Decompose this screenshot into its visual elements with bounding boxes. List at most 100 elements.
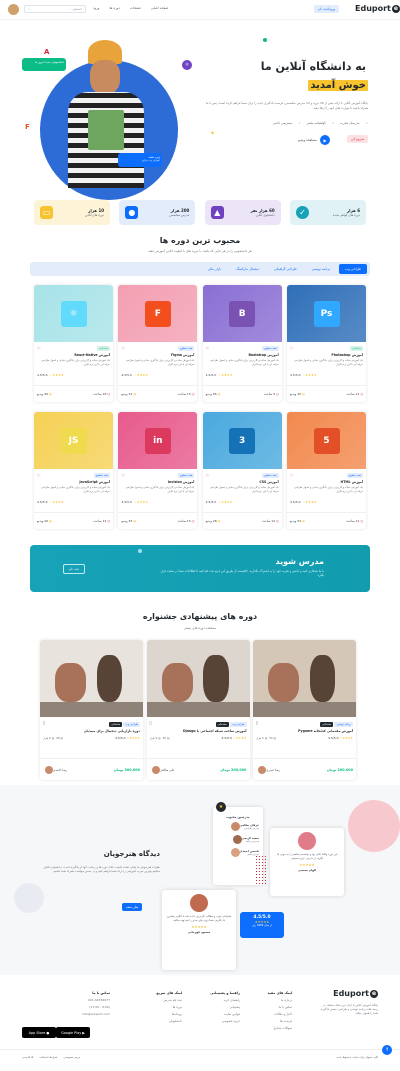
course-thumbnail[interactable]: 5 [287,412,366,469]
instructor[interactable]: رضا احمدی [43,765,67,774]
featured-course-card[interactable]: طراحی وب مقدماتی ▯ آموزش ساخت شبکه اجتما… [146,640,250,780]
course-image[interactable] [253,640,356,717]
course-title[interactable]: آموزش JavaScript [79,480,110,484]
heart-icon[interactable]: ♡ [290,473,294,478]
course-card[interactable]: JS همه سطوح ♡ آموزش JavaScript یک آموزش … [34,412,113,529]
course-title[interactable]: آموزش مقدماتی کتابخانه Pygame [298,729,353,733]
table-icon: ▤ [49,392,52,396]
course-thumbnail[interactable]: F [118,285,198,342]
tab-finance[interactable]: بازار مالی [202,264,228,274]
heart-icon[interactable]: ♡ [206,473,210,478]
html5-icon: 5 [313,427,340,454]
mentor-item[interactable]: سعید کریمی مدرس برنامه [217,835,259,844]
course-rating: ★★★★☆ 4.5/5.0 [205,373,233,377]
tab-graphic-design[interactable]: طراحی گرافیکی [268,264,303,274]
featured-course-card[interactable]: برنامه نویسی مقدماتی ▯ آموزش مقدماتی کتا… [253,640,356,780]
tab-programming[interactable]: برنامه نویسی [306,264,336,274]
google-play-button[interactable]: ▶ Google Play [56,1027,90,1038]
footer-link[interactable]: رویدادها [156,1012,182,1016]
mentor-item[interactable]: یاسمن احمدی مدرس سئو [217,848,259,857]
instructor[interactable]: رضا حیدری [256,765,280,774]
terms-link[interactable]: شرایط استفاده [39,1055,57,1059]
app-store-button[interactable]: ● App Store [22,1027,56,1038]
featured-subtitle[interactable]: مشاهده دوره های بیشتر [0,626,400,630]
footer-link[interactable]: ثبت نام مدرس [156,998,183,1002]
course-card[interactable]: in همه سطوح ♡ آموزش Invision یک آموزش سا… [118,412,198,529]
course-card[interactable]: B همه سطوح ♡ آموزش Bootstrap یک آموزش سا… [202,285,282,402]
menu-pages[interactable]: صفحات [130,6,141,10]
course-thumbnail[interactable]: ⚛ [34,285,113,342]
course-image[interactable] [40,640,143,717]
sparkle-icon: ✦ [210,130,216,137]
course-card[interactable]: 3 همه سطوح ♡ آموزش CSS یک آموزش ساده و ک… [202,412,282,529]
footer-link[interactable]: دوره ها [156,1005,182,1009]
course-title[interactable]: آموزش ساخت شبکه اجتماعی با Django [183,729,247,733]
tab-digital-marketing[interactable]: دیجیتال مارکتینگ [230,264,265,274]
course-card[interactable]: F همه سطوح ♡ آموزش Figma یک آموزش ساده و… [118,285,198,402]
heart-icon[interactable]: ♡ [206,346,210,351]
footer-link[interactable]: تماس با ما [268,1005,292,1009]
course-card[interactable]: Ps مقدماتی ♡ آموزش Photoshop یک آموزش سا… [287,285,366,402]
course-title[interactable]: آموزش Figma [171,353,194,357]
course-card[interactable]: 5 همه سطوح ♡ آموزش HTML یک آموزش ساده و … [287,412,366,529]
course-title[interactable]: دوره بازاریابی دیجیتال برای مبتدیان [84,729,140,733]
menu-home[interactable]: صفحه اصلی [151,6,168,10]
footer-link[interactable]: دانشجویان [156,1019,182,1023]
watch-video-button[interactable]: ▶ مشاهده ویدیو [298,135,330,145]
course-thumbnail[interactable]: in [118,412,198,469]
language-select[interactable]: ⊕ فارسی [22,1055,33,1059]
footer-link[interactable]: حریم خصوصی [210,1019,240,1023]
heart-icon[interactable]: ♡ [290,346,294,351]
course-title[interactable]: آموزش Bootstrap [248,353,278,357]
featured-course-card[interactable]: طراحی وب مقدماتی ▯ دوره بازاریابی دیجیتا… [40,640,143,780]
heart-icon[interactable]: ♡ [37,346,41,351]
bookmark-icon[interactable]: ▯ [256,720,258,725]
clock-icon: ◷ [360,519,363,523]
course-title[interactable]: آموزش Photoshop [331,353,363,357]
table-icon: ▤ [217,392,221,396]
search-input[interactable]: جستجو... ⌕ [24,5,86,13]
instructor[interactable]: علی صالحی [150,765,175,774]
footer-link[interactable]: درباره ما [268,998,292,1002]
footer-link[interactable]: اخبار و مقالات [268,1012,292,1016]
course-thumbnail[interactable]: JS [34,412,113,469]
course-title[interactable]: آموزش HTML [341,480,363,484]
privacy-link[interactable]: حریم خصوصی [63,1055,80,1059]
footer-logo[interactable]: e Eduport [333,989,378,998]
featured-grid: طراحی وب مقدماتی ▯ دوره بازاریابی دیجیتا… [40,640,356,780]
footer-link[interactable]: قوانین سایت [210,1012,240,1016]
menu-login[interactable]: ورود [93,6,99,10]
course-title[interactable]: آموزش Invision [168,480,195,484]
bookmark-icon[interactable]: ▯ [43,720,45,725]
heart-icon[interactable]: ♡ [121,473,125,478]
avatar[interactable] [8,4,19,15]
footer-link[interactable]: پشتیبانی [210,1005,240,1009]
footer-link[interactable]: فرصت ها [268,1019,292,1023]
course-card[interactable]: ⚛ مقدماتی ♡ آموزش React-Native یک آموزش … [34,285,113,402]
mentor-item[interactable]: عرفان نظامی مدرس طراحی [217,822,259,831]
menu-courses[interactable]: دوره ها [109,6,119,10]
search-icon[interactable]: ⌕ [28,7,30,11]
add-review-button[interactable]: نظر بدهید [122,903,143,911]
footer-link[interactable]: راهنمای خرید [210,998,240,1002]
footer-phone[interactable]: 021-44556677 [82,998,110,1002]
decor-dot [263,38,267,42]
login-button[interactable]: ورود/ثبت نام [314,5,339,13]
rating-stars: ★★★★☆ [49,373,64,377]
heart-icon[interactable]: ♡ [37,473,41,478]
register-instructor-button[interactable]: ثبت نام [63,564,85,574]
start-button[interactable]: شروع کن [347,135,368,143]
footer-link[interactable]: سوالات متداول [268,1026,292,1030]
course-image[interactable] [146,640,250,717]
course-title[interactable]: آموزش CSS [259,480,278,484]
heart-icon[interactable]: ♡ [121,346,125,351]
course-thumbnail[interactable]: B [202,285,282,342]
back-to-top-button[interactable]: ↑ [382,1045,392,1055]
bookmark-icon[interactable]: ▯ [150,720,152,725]
site-logo[interactable]: e Eduport [355,4,400,13]
tab-web-design[interactable]: طراحی وب [339,264,367,274]
course-thumbnail[interactable]: Ps [287,285,366,342]
course-thumbnail[interactable]: 3 [202,412,282,469]
course-title[interactable]: آموزش React-Native [74,353,110,357]
footer-email[interactable]: info@eduport.com [82,1012,110,1016]
